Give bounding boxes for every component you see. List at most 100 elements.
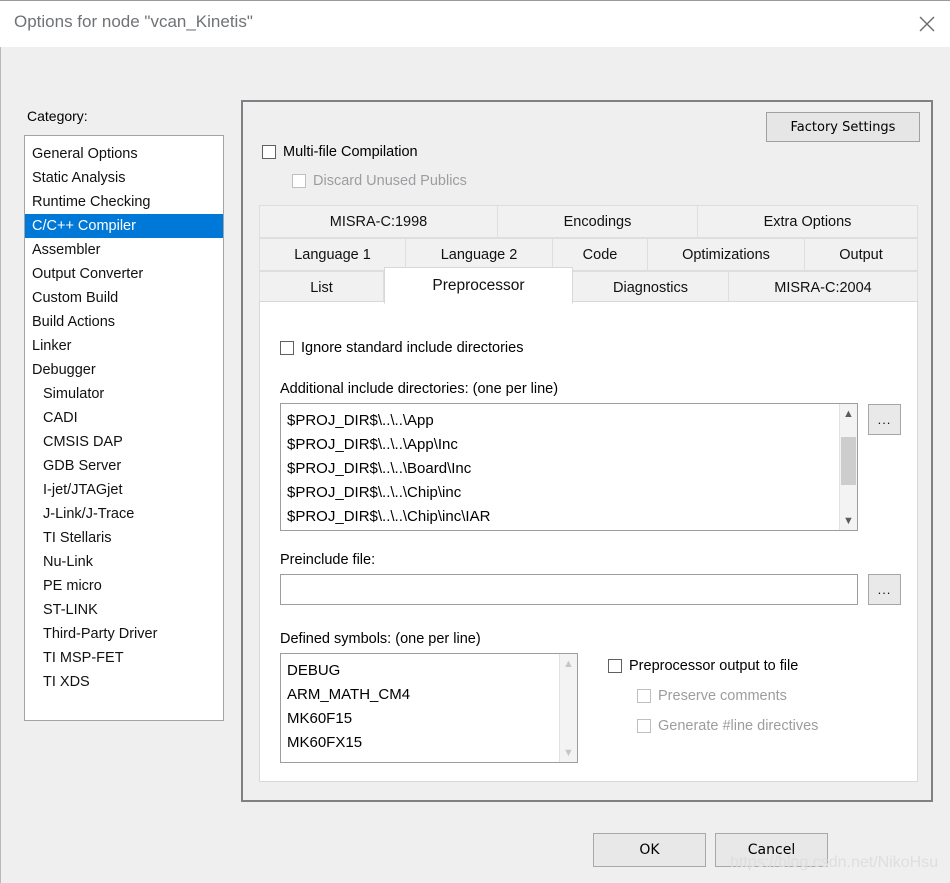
scroll-up-icon[interactable]: ▲ — [560, 655, 577, 672]
category-list[interactable]: General Options Static Analysis Runtime Ch… — [24, 135, 224, 721]
defined-symbols-scrollbar[interactable]: ▲ ▼ — [559, 654, 577, 762]
tab-label: MISRA-C:2004 — [774, 279, 872, 296]
preprocessor-output-to-file-checkbox[interactable]: Preprocessor output to file — [608, 658, 798, 674]
preinclude-file-input[interactable] — [280, 574, 858, 605]
tab-row: List Preprocessor Diagnostics MISRA-C:2004 — [259, 267, 918, 304]
category-item-label: C/C++ Compiler — [32, 218, 136, 234]
tab-label: Optimizations — [682, 246, 770, 263]
category-item-cmsis-dap[interactable]: CMSIS DAP — [25, 430, 223, 454]
category-item-label: GDB Server — [43, 458, 122, 474]
page-title: Options for node "vcan_Kinetis" — [14, 12, 253, 31]
category-item-label: Simulator — [43, 386, 105, 402]
category-item-custom-build[interactable]: Custom Build — [25, 286, 223, 310]
category-item-label: TI XDS — [43, 674, 90, 690]
category-item-label: Linker — [32, 338, 72, 354]
include-directories-text[interactable]: $PROJ_DIR$\..\..\App $PROJ_DIR$\..\..\App… — [281, 404, 839, 530]
category-item-st-link[interactable]: ST-LINK — [25, 598, 223, 622]
list-item: MK60F15 — [287, 710, 353, 727]
tab-label: Extra Options — [763, 213, 852, 230]
discard-unused-publics-checkbox: Discard Unused Publics — [292, 173, 467, 189]
cancel-button[interactable]: Cancel — [715, 833, 828, 867]
tab-label: List — [310, 279, 333, 296]
discard-unused-publics-label: Discard Unused Publics — [313, 173, 467, 189]
scroll-down-icon[interactable]: ▼ — [840, 512, 857, 529]
ignore-standard-include-label: Ignore standard include directories — [301, 340, 524, 356]
category-item-label: CMSIS DAP — [43, 434, 123, 450]
category-item-build-actions[interactable]: Build Actions — [25, 310, 223, 334]
category-item-gdb-server[interactable]: GDB Server — [25, 454, 223, 478]
close-button[interactable] — [904, 1, 950, 47]
browse-include-directories-button[interactable]: ... — [868, 404, 901, 435]
category-item-label: Nu-Link — [43, 554, 93, 570]
defined-symbols-text[interactable]: DEBUG ARM_MATH_CM4 MK60F15 MK60FX15 — [281, 654, 559, 762]
tab-misra-c-1998[interactable]: MISRA-C:1998 — [259, 205, 498, 238]
tab-row: MISRA-C:1998 Encodings Extra Options — [259, 205, 918, 238]
category-item-ti-stellaris[interactable]: TI Stellaris — [25, 526, 223, 550]
category-item-linker[interactable]: Linker — [25, 334, 223, 358]
category-item-simulator[interactable]: Simulator — [25, 382, 223, 406]
list-item: $PROJ_DIR$\..\..\Chip\inc — [287, 484, 462, 501]
category-item-label: I-jet/JTAGjet — [43, 482, 123, 498]
category-item-label: TI MSP-FET — [43, 650, 124, 666]
category-item-label: Third-Party Driver — [43, 626, 158, 642]
category-item-output-converter[interactable]: Output Converter — [25, 262, 223, 286]
tab-label: Language 1 — [294, 246, 371, 263]
category-item-i-jet-jtagjet[interactable]: I-jet/JTAGjet — [25, 478, 223, 502]
category-item-assembler[interactable]: Assembler — [25, 238, 223, 262]
tab-list[interactable]: List — [259, 271, 384, 304]
list-item: $PROJ_DIR$\..\..\App — [287, 412, 434, 429]
category-item-runtime-checking[interactable]: Runtime Checking — [25, 190, 223, 214]
scrollbar-thumb[interactable] — [841, 437, 856, 485]
category-item-label: General Options — [32, 146, 138, 162]
tab-output[interactable]: Output — [805, 238, 918, 271]
scroll-down-icon[interactable]: ▼ — [560, 744, 577, 761]
tab-preprocessor[interactable]: Preprocessor — [384, 267, 573, 304]
tab-row: Language 1 Language 2 Code Optimizations Out… — [259, 238, 918, 271]
category-item-general-options[interactable]: General Options — [25, 142, 223, 166]
category-item-pe-micro[interactable]: PE micro — [25, 574, 223, 598]
list-item: DEBUG — [287, 662, 341, 679]
browse-preinclude-file-button[interactable]: ... — [868, 574, 901, 605]
ok-button[interactable]: OK — [593, 833, 706, 867]
factory-settings-button[interactable]: Factory Settings — [766, 112, 920, 142]
category-item-j-link-j-trace[interactable]: J-Link/J-Trace — [25, 502, 223, 526]
preprocessor-output-to-file-label: Preprocessor output to file — [629, 658, 799, 674]
category-item-label: Static Analysis — [32, 170, 126, 186]
tab-optimizations[interactable]: Optimizations — [648, 238, 805, 271]
additional-include-directories-list[interactable]: $PROJ_DIR$\..\..\App $PROJ_DIR$\..\..\App… — [280, 403, 858, 531]
checkbox-box — [637, 719, 651, 733]
tab-extra-options[interactable]: Extra Options — [698, 205, 918, 238]
list-item: $PROJ_DIR$\..\..\Board\Inc — [287, 460, 472, 477]
generate-line-directives-label: Generate #line directives — [658, 718, 819, 734]
category-item-label: PE micro — [43, 578, 102, 594]
category-item-ti-xds[interactable]: TI XDS — [25, 670, 223, 694]
category-item-cadi[interactable]: CADI — [25, 406, 223, 430]
ignore-standard-include-checkbox[interactable]: Ignore standard include directories — [280, 340, 523, 356]
checkbox-box — [608, 659, 622, 673]
tab-diagnostics[interactable]: Diagnostics — [573, 271, 729, 304]
options-panel: Factory Settings Multi-file Compilation … — [241, 100, 933, 802]
defined-symbols-list[interactable]: DEBUG ARM_MATH_CM4 MK60F15 MK60FX15 ▲ ▼ — [280, 653, 578, 763]
tab-label: Code — [582, 246, 618, 263]
scroll-up-icon[interactable]: ▲ — [840, 405, 857, 422]
category-item-label: J-Link/J-Trace — [43, 506, 135, 522]
category-item-label: Build Actions — [32, 314, 116, 330]
category-item-ti-msp-fet[interactable]: TI MSP-FET — [25, 646, 223, 670]
tab-label: Diagnostics — [613, 279, 688, 296]
tab-misra-c-2004[interactable]: MISRA-C:2004 — [729, 271, 918, 304]
checkbox-box — [262, 145, 276, 159]
include-directories-scrollbar[interactable]: ▲ ▼ — [839, 404, 857, 530]
category-item-third-party-driver[interactable]: Third-Party Driver — [25, 622, 223, 646]
multi-file-compilation-checkbox[interactable]: Multi-file Compilation — [262, 144, 418, 160]
category-item-static-analysis[interactable]: Static Analysis — [25, 166, 223, 190]
category-item-c-c-compiler[interactable]: C/C++ Compiler — [25, 214, 223, 238]
tab-encodings[interactable]: Encodings — [498, 205, 698, 238]
category-item-label: ST-LINK — [43, 602, 98, 618]
category-item-nu-link[interactable]: Nu-Link — [25, 550, 223, 574]
category-item-debugger[interactable]: Debugger — [25, 358, 223, 382]
list-item: $PROJ_DIR$\..\..\App\Inc — [287, 436, 458, 453]
close-icon — [918, 15, 936, 33]
additional-include-directories-label: Additional include directories: (one per… — [280, 381, 559, 397]
list-item: ARM_MATH_CM4 — [287, 686, 411, 703]
dialog-title-bar: Options for node "vcan_Kinetis" — [0, 0, 950, 47]
